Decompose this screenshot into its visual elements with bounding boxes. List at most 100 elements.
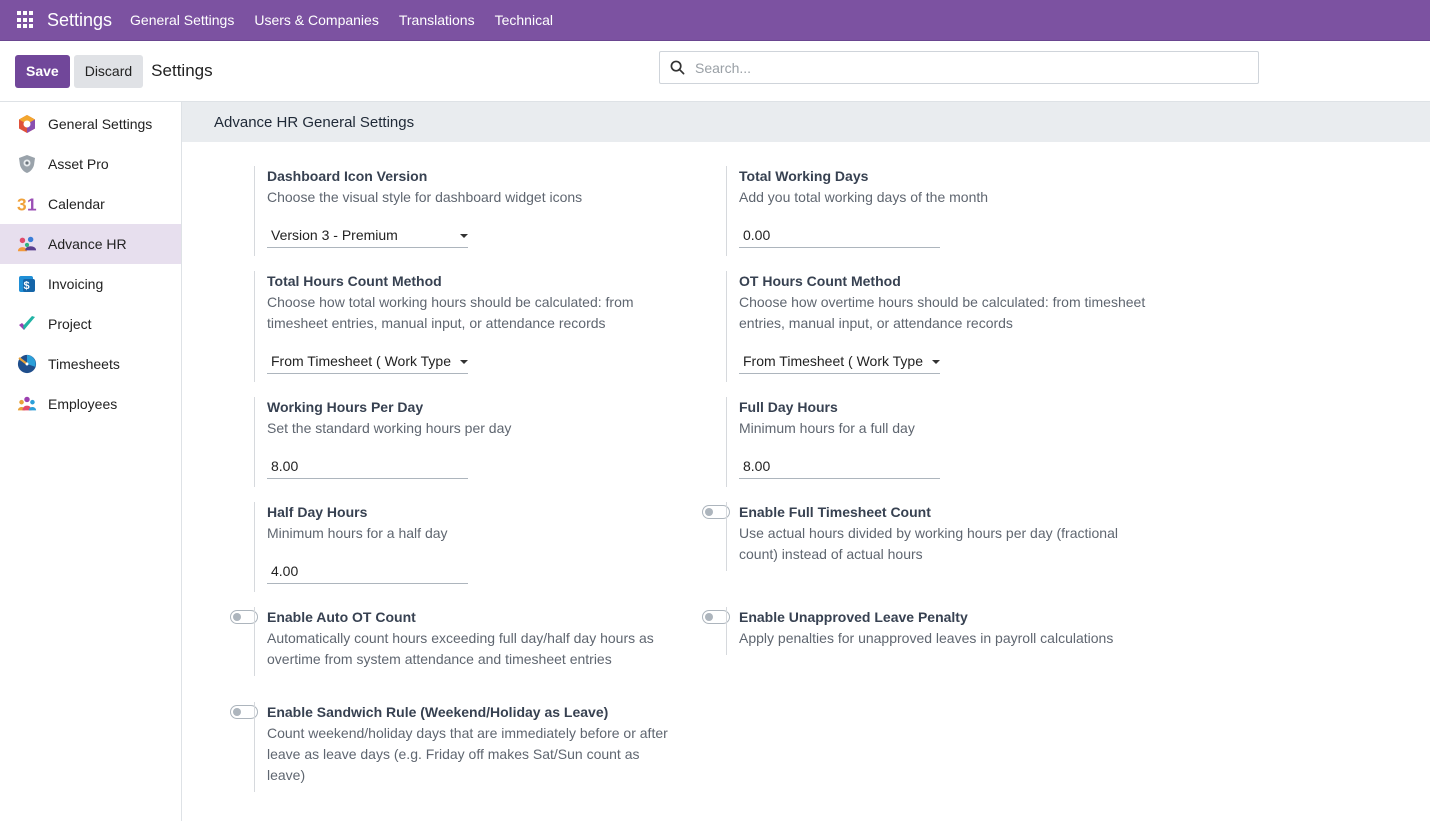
sidebar-item-general-settings[interactable]: General Settings xyxy=(0,104,181,144)
sidebar-item-label: Project xyxy=(48,316,92,332)
setting-divider xyxy=(254,166,255,256)
control-panel: Save Discard Settings xyxy=(0,41,1430,102)
setting-description: Use actual hours divided by working hour… xyxy=(739,525,1118,562)
setting-title: Enable Sandwich Rule (Weekend/Holiday as… xyxy=(267,704,609,720)
total-working-days-input[interactable]: 0.00 xyxy=(739,223,940,248)
section-title: Advance HR General Settings xyxy=(182,102,1430,142)
setting-title: Working Hours Per Day xyxy=(267,399,424,415)
total-hours-method-select[interactable]: From Timesheet ( Work Type xyxy=(267,349,468,374)
setting-total-hours-method: Total Hours Count Method Choose how tota… xyxy=(182,271,634,382)
select-value: From Timesheet ( Work Type xyxy=(743,353,923,369)
setting-title: Enable Auto OT Count xyxy=(267,609,416,625)
caret-down-icon xyxy=(460,234,468,238)
setting-description: Choose how overtime hours should be calc… xyxy=(739,294,1146,331)
select-value: Version 3 - Premium xyxy=(271,227,398,243)
svg-text:1: 1 xyxy=(27,194,37,214)
setting-title: Total Working Days xyxy=(739,168,869,184)
setting-divider xyxy=(254,502,255,592)
settings-content: Advance HR General Settings Dashboard Ic… xyxy=(182,102,1430,821)
setting-full-timesheet-count: Enable Full Timesheet Count Use actual h… xyxy=(654,502,1118,571)
sidebar-item-label: Invoicing xyxy=(48,276,104,292)
setting-divider xyxy=(726,397,727,487)
setting-description: Automatically count hours exceeding full… xyxy=(267,630,654,667)
setting-unapproved-leave-penalty: Enable Unapproved Leave Penalty Apply pe… xyxy=(654,607,1113,655)
sidebar-item-asset-pro[interactable]: Asset Pro xyxy=(0,144,181,184)
setting-dashboard-icon-version: Dashboard Icon Version Choose the visual… xyxy=(182,166,622,256)
sidebar-item-label: Timesheets xyxy=(48,356,120,372)
setting-title: Full Day Hours xyxy=(739,399,838,415)
app-brand[interactable]: Settings xyxy=(47,10,112,31)
setting-divider xyxy=(254,607,255,676)
setting-title: Total Hours Count Method xyxy=(267,273,442,289)
setting-description: Count weekend/holiday days that are imme… xyxy=(267,725,668,783)
svg-text:$: $ xyxy=(24,280,30,292)
setting-divider xyxy=(726,607,727,655)
settings-sidebar: General Settings Asset Pro 3 1 Calendar xyxy=(0,102,182,821)
nav-users-companies[interactable]: Users & Companies xyxy=(254,12,379,28)
calendar-31-icon: 3 1 xyxy=(17,194,37,214)
odoo-general-icon xyxy=(17,114,37,134)
setting-title: Half Day Hours xyxy=(267,504,368,520)
working-hours-per-day-input[interactable]: 8.00 xyxy=(267,454,468,479)
sidebar-item-calendar[interactable]: 3 1 Calendar xyxy=(0,184,181,224)
clock-icon xyxy=(17,354,37,374)
caret-down-icon xyxy=(932,360,940,364)
setting-description: Choose how total working hours should be… xyxy=(267,294,634,331)
employees-icon xyxy=(17,394,37,414)
setting-description: Add you total working days of the month xyxy=(739,189,989,205)
setting-description: Set the standard working hours per day xyxy=(267,420,512,436)
sidebar-item-label: Employees xyxy=(48,396,118,412)
nav-translations[interactable]: Translations xyxy=(399,12,475,28)
apps-grid-icon[interactable] xyxy=(17,11,35,29)
full-day-hours-input[interactable]: 8.00 xyxy=(739,454,940,479)
setting-divider xyxy=(726,271,727,382)
setting-title: OT Hours Count Method xyxy=(739,273,901,289)
setting-sandwich-rule: Enable Sandwich Rule (Weekend/Holiday as… xyxy=(182,702,668,792)
setting-half-day-hours: Half Day Hours Minimum hours for a half … xyxy=(182,502,622,592)
setting-description: Minimum hours for a half day xyxy=(267,525,448,541)
sidebar-item-employees[interactable]: Employees xyxy=(0,384,181,424)
sidebar-item-label: Asset Pro xyxy=(48,156,109,172)
setting-auto-ot-count: Enable Auto OT Count Automatically count… xyxy=(182,607,654,676)
sidebar-item-timesheets[interactable]: Timesheets xyxy=(0,344,181,384)
caret-down-icon xyxy=(460,360,468,364)
dashboard-icon-select[interactable]: Version 3 - Premium xyxy=(267,223,468,248)
nav-technical[interactable]: Technical xyxy=(495,12,553,28)
setting-divider xyxy=(254,702,255,792)
sidebar-item-project[interactable]: Project xyxy=(0,304,181,344)
top-navbar: Settings General Settings Users & Compan… xyxy=(0,0,1430,41)
setting-divider xyxy=(726,166,727,256)
setting-divider xyxy=(254,271,255,382)
setting-description: Minimum hours for a full day xyxy=(739,420,915,436)
setting-working-hours-per-day: Working Hours Per Day Set the standard w… xyxy=(182,397,622,487)
search-input[interactable] xyxy=(695,59,1235,76)
setting-title: Enable Full Timesheet Count xyxy=(739,504,931,520)
sidebar-item-label: Advance HR xyxy=(48,236,127,252)
sidebar-item-advance-hr[interactable]: Advance HR xyxy=(0,224,181,264)
setting-divider xyxy=(726,502,727,571)
page-title: Settings xyxy=(151,61,213,80)
setting-divider xyxy=(254,397,255,487)
check-icon xyxy=(17,314,37,334)
people-hr-icon xyxy=(17,234,37,254)
setting-total-working-days: Total Working Days Add you total working… xyxy=(654,166,1094,256)
setting-full-day-hours: Full Day Hours Minimum hours for a full … xyxy=(654,397,1094,487)
half-day-hours-input[interactable]: 4.00 xyxy=(267,559,468,584)
save-button[interactable]: Save xyxy=(15,54,70,88)
setting-title: Enable Unapproved Leave Penalty xyxy=(739,609,968,625)
setting-description: Apply penalties for unapproved leaves in… xyxy=(739,630,1114,646)
discard-button[interactable]: Discard xyxy=(73,54,144,88)
setting-ot-hours-method: OT Hours Count Method Choose how overtim… xyxy=(654,271,1145,382)
nav-general-settings[interactable]: General Settings xyxy=(130,12,234,28)
svg-text:3: 3 xyxy=(17,194,27,214)
invoice-dollar-icon: $ xyxy=(17,274,37,294)
setting-description: Choose the visual style for dashboard wi… xyxy=(267,189,583,205)
sidebar-item-label: Calendar xyxy=(48,196,105,212)
search-bar[interactable] xyxy=(659,51,1259,84)
sidebar-item-invoicing[interactable]: $ Invoicing xyxy=(0,264,181,304)
sidebar-item-label: General Settings xyxy=(48,116,153,132)
ot-hours-method-select[interactable]: From Timesheet ( Work Type xyxy=(739,349,940,374)
asset-shield-icon xyxy=(17,154,37,174)
setting-title: Dashboard Icon Version xyxy=(267,168,428,184)
select-value: From Timesheet ( Work Type xyxy=(271,353,451,369)
